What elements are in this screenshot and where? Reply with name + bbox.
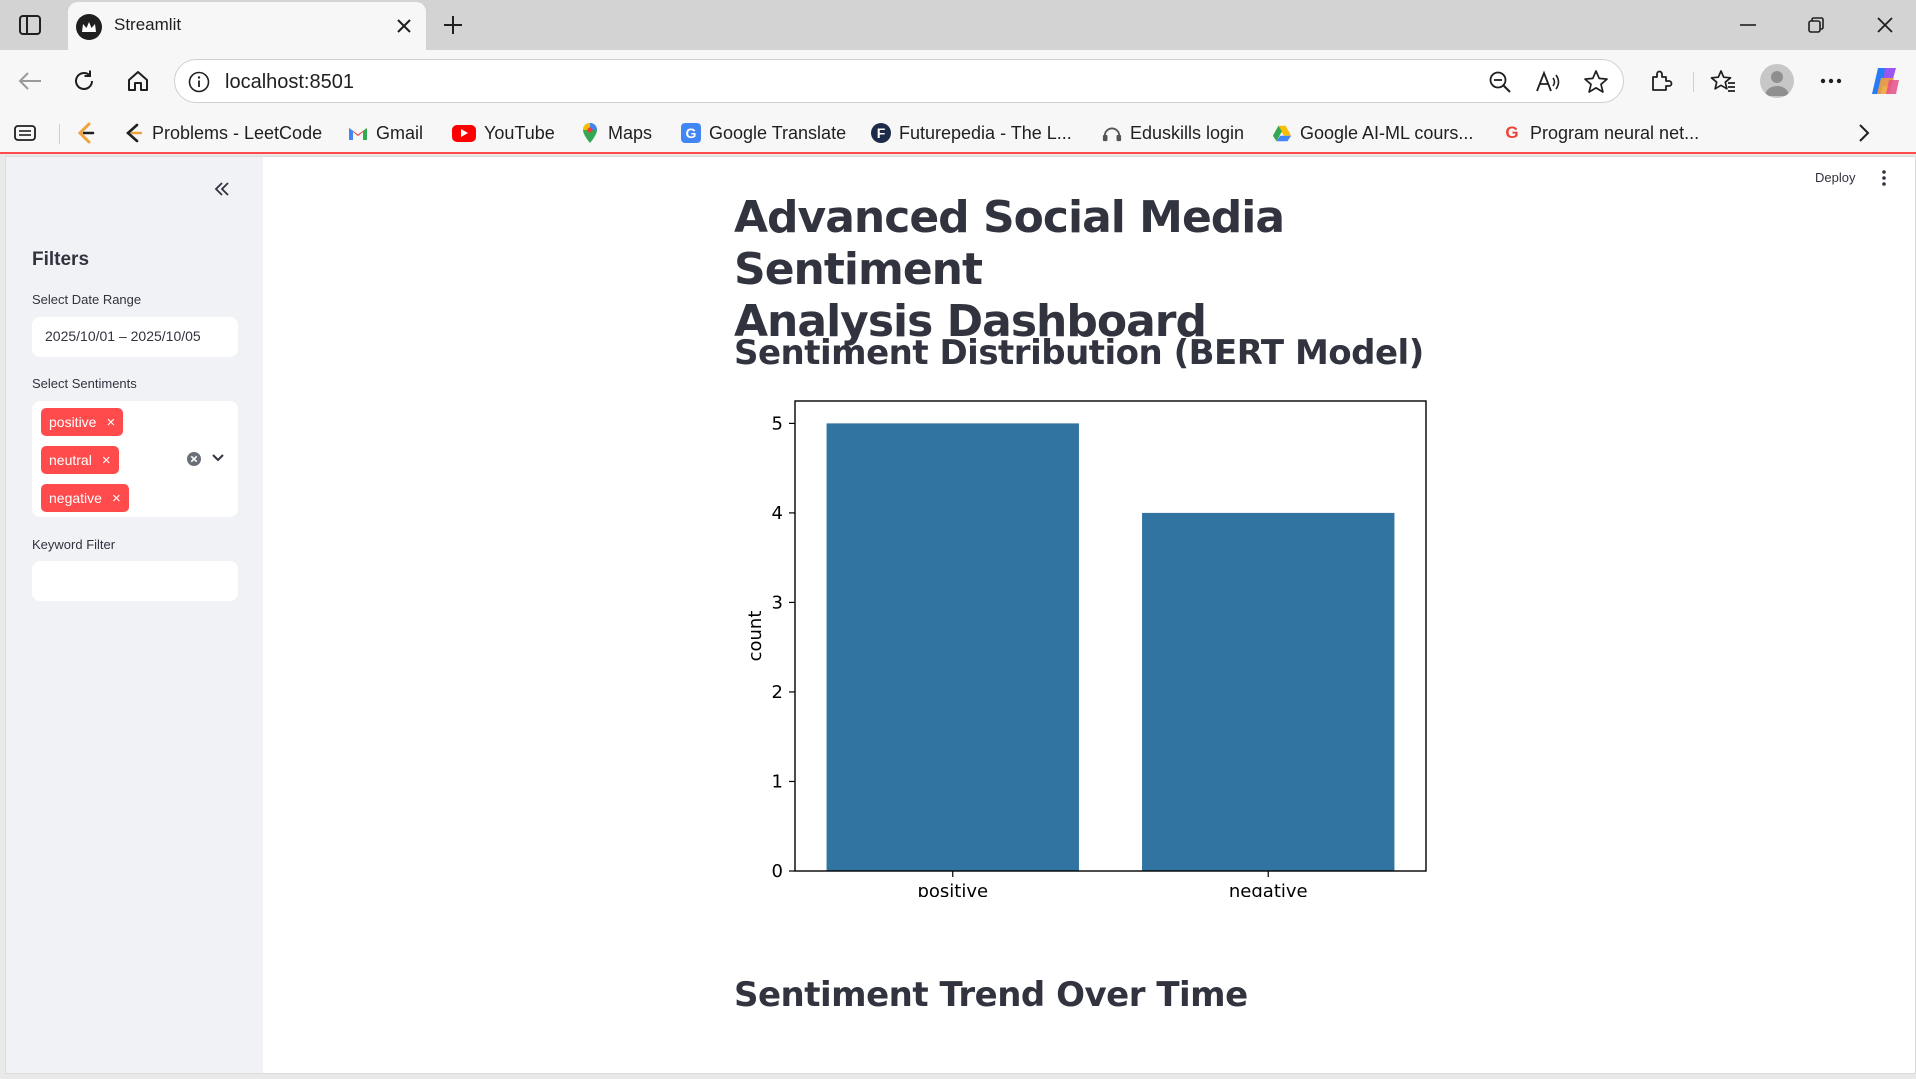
sentiments-multiselect[interactable]: positive × neutral × negative ×	[32, 401, 238, 517]
chart-svg: positivenegative012345bert_sentimentcoun…	[745, 400, 1427, 926]
sentiment-bar-chart: positivenegative012345bert_sentimentcoun…	[734, 397, 1454, 926]
gmail-icon	[348, 123, 368, 143]
date-range-label: Select Date Range	[32, 292, 142, 307]
chip-label: positive	[49, 414, 97, 430]
translate-icon: G	[681, 123, 701, 143]
keyword-filter-input[interactable]	[32, 561, 238, 601]
bookmarks-bar: Problems - LeetCode Gmail YouTube Maps G…	[0, 112, 1916, 154]
leetcode-shortcut-icon[interactable]	[76, 120, 96, 146]
extensions-icon[interactable]	[1644, 64, 1678, 98]
remove-chip-icon[interactable]: ×	[106, 415, 115, 430]
date-range-input[interactable]: 2025/10/01 – 2025/10/05	[32, 317, 238, 357]
bookmark-label: Google AI-ML cours...	[1300, 122, 1474, 143]
bookmarks-overflow-chevron-icon[interactable]	[1858, 120, 1870, 146]
y-tick-label: 5	[772, 413, 783, 434]
bookmark-label: Gmail	[376, 122, 424, 143]
page-title: Advanced Social Media Sentiment Analysis…	[734, 192, 1434, 348]
bookmark-gmail[interactable]: Gmail	[348, 120, 423, 146]
favorite-star-icon[interactable]	[1583, 69, 1609, 95]
bookmark-label: Google Translate	[709, 122, 847, 143]
streamlit-favicon-icon	[76, 14, 102, 40]
bookmark-label: Futurepedia - The L...	[899, 122, 1072, 143]
bar-negative	[1142, 512, 1395, 871]
bookmark-youtube[interactable]: YouTube	[452, 120, 555, 146]
reading-list-icon[interactable]	[14, 120, 38, 146]
y-axis-label: count	[745, 611, 766, 662]
remove-chip-icon[interactable]: ×	[112, 491, 121, 506]
copilot-icon[interactable]	[1868, 64, 1902, 98]
home-icon[interactable]	[121, 64, 155, 98]
browser-tab[interactable]: Streamlit	[68, 2, 426, 50]
keyword-filter-label: Keyword Filter	[32, 537, 116, 552]
new-tab-icon[interactable]	[438, 10, 468, 40]
x-tick-label: positive	[917, 881, 988, 897]
sentiment-chip-positive[interactable]: positive ×	[41, 408, 124, 436]
bookmark-label: Maps	[608, 122, 653, 143]
section-heading-trend: Sentiment Trend Over Time	[734, 975, 1248, 1015]
chevron-down-icon[interactable]	[208, 448, 228, 468]
y-tick-label: 0	[772, 861, 783, 882]
y-tick-label: 3	[772, 592, 783, 613]
youtube-icon	[452, 124, 476, 142]
sidebar: Filters Select Date Range 2025/10/01 – 2…	[6, 157, 263, 1073]
more-options-icon[interactable]	[1814, 64, 1848, 98]
bookmark-label: Problems - LeetCode	[152, 122, 323, 143]
browser-tab-bar: Streamlit	[0, 0, 1916, 50]
url-text[interactable]: localhost:8501	[225, 71, 354, 94]
browser-toolbar: localhost:8501	[0, 50, 1916, 112]
tab-title: Streamlit	[114, 15, 182, 34]
leetcode-icon	[124, 123, 144, 143]
section-heading-distribution: Sentiment Distribution (BERT Model)	[734, 333, 1424, 373]
site-info-icon[interactable]	[187, 70, 211, 94]
main-content: Advanced Social Media Sentiment Analysis…	[263, 157, 1915, 1073]
back-icon[interactable]	[13, 64, 47, 98]
y-tick-label: 4	[772, 503, 783, 524]
bookmark-google-ai-ml[interactable]: Google AI-ML cours...	[1272, 120, 1473, 146]
eduskills-icon	[1102, 123, 1122, 143]
window-close-icon[interactable]	[1870, 10, 1900, 40]
bookmarks-divider	[59, 124, 60, 144]
restore-icon[interactable]	[1801, 10, 1831, 40]
bookmark-eduskills[interactable]: Eduskills login	[1102, 120, 1244, 146]
collapse-sidebar-icon[interactable]	[208, 175, 236, 203]
bar-positive	[826, 423, 1079, 871]
bookmark-google-translate[interactable]: G Google Translate	[681, 120, 846, 146]
y-tick-label: 2	[772, 682, 783, 703]
bookmark-label: Eduskills login	[1130, 122, 1245, 143]
bookmark-maps[interactable]: Maps	[580, 120, 652, 146]
profile-avatar[interactable]	[1760, 64, 1794, 98]
read-aloud-icon[interactable]	[1535, 69, 1561, 95]
google-drive-icon	[1272, 123, 1292, 143]
x-tick-label: negative	[1229, 881, 1308, 897]
remove-chip-icon[interactable]: ×	[102, 453, 111, 468]
chip-label: negative	[49, 490, 102, 506]
refresh-icon[interactable]	[67, 64, 101, 98]
tab-actions-icon[interactable]	[16, 11, 44, 39]
sidebar-title: Filters	[32, 249, 90, 270]
zoom-out-icon[interactable]	[1487, 69, 1513, 95]
bookmark-leetcode[interactable]: Problems - LeetCode	[124, 120, 322, 146]
y-tick-label: 1	[772, 771, 783, 792]
sentiment-chip-negative[interactable]: negative ×	[41, 484, 129, 512]
page-title-line-1: Advanced Social Media Sentiment	[734, 192, 1285, 295]
google-icon: G	[1505, 123, 1519, 142]
bookmark-program-neural-net[interactable]: G Program neural net...	[1502, 120, 1699, 146]
chip-label: neutral	[49, 452, 92, 468]
favorites-icon[interactable]	[1706, 64, 1740, 98]
sentiments-label: Select Sentiments	[32, 376, 137, 391]
bookmark-futurepedia[interactable]: F Futurepedia - The L...	[871, 120, 1072, 146]
clear-all-icon[interactable]	[185, 450, 203, 468]
futurepedia-icon: F	[871, 123, 891, 143]
minimize-icon[interactable]	[1733, 10, 1763, 40]
bookmark-label: YouTube	[484, 122, 555, 143]
tab-close-icon[interactable]	[392, 14, 416, 38]
sentiment-chip-neutral[interactable]: neutral ×	[41, 446, 119, 474]
toolbar-divider	[1693, 72, 1694, 92]
bookmark-label: Program neural net...	[1530, 122, 1700, 143]
maps-icon	[580, 123, 600, 143]
address-bar[interactable]: localhost:8501	[174, 59, 1624, 103]
streamlit-app: Filters Select Date Range 2025/10/01 – 2…	[5, 156, 1916, 1074]
